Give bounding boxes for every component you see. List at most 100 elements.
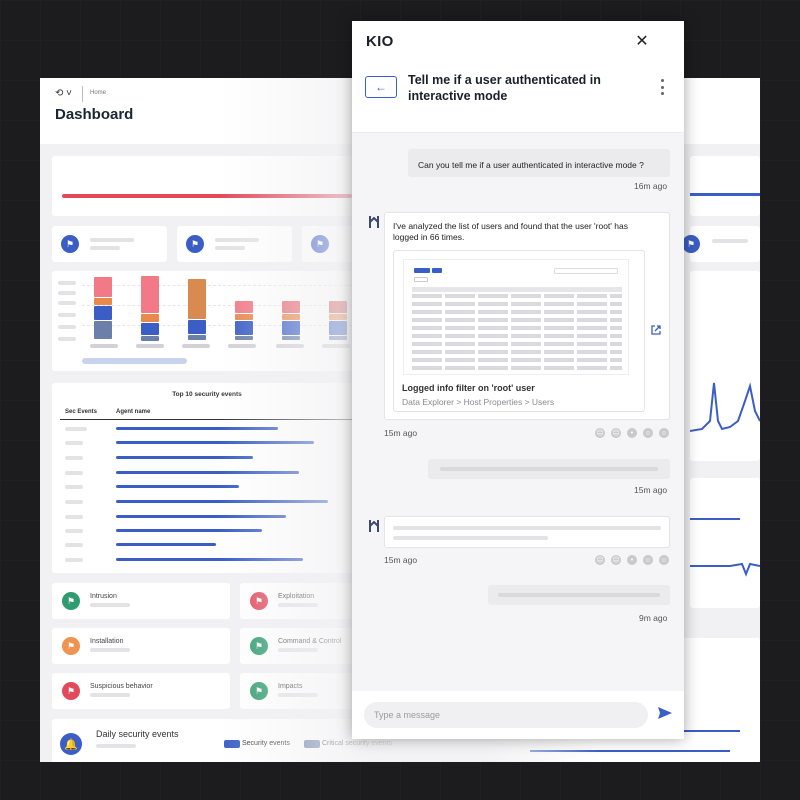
progress-bar [62,194,352,198]
result-preview-card[interactable]: Logged info filter on 'root' user Data E… [393,250,645,412]
agent-bar[interactable] [116,441,314,444]
line-chart [690,562,760,577]
bar-chart-card [52,271,362,371]
category-name: Command & Control [278,638,342,645]
very-happy-face-icon[interactable]: ☺ [659,428,669,438]
arrow-left-icon: ← [375,80,387,94]
agent-bar[interactable] [116,515,286,518]
agent-bar[interactable] [116,485,239,488]
external-link-icon[interactable] [650,324,664,338]
bar-segment[interactable] [94,306,112,320]
bar-segment[interactable] [188,279,206,319]
right-chart-card [690,478,760,608]
message-input[interactable] [364,702,648,728]
bar-segment[interactable] [329,321,347,335]
unhappy-face-icon[interactable]: ☹ [611,428,621,438]
bar-segment[interactable] [235,301,253,313]
very-unhappy-face-icon[interactable]: ☹ [595,555,605,565]
chat-panel: KIO ✕ ← Tell me if a user authenticated … [352,21,684,739]
message-time: 15m ago [384,428,418,438]
bar-segment[interactable] [141,323,159,335]
bot-message [384,516,670,548]
very-happy-face-icon[interactable]: ☺ [659,555,669,565]
flag-icon: ⚑ [250,592,268,610]
bar-segment[interactable] [329,314,347,320]
agent-bar[interactable] [116,543,216,546]
bar-segment[interactable] [329,301,347,313]
category-name: Exploitation [278,593,315,600]
bar-segment[interactable] [235,314,253,320]
agent-bar[interactable] [116,500,328,503]
category-card-suspicious-behavior[interactable]: ⚑ Suspicious behavior [52,673,230,709]
legend-swatch [304,740,320,748]
bar-segment[interactable] [94,277,112,297]
close-icon[interactable]: ✕ [632,31,652,51]
category-name: Installation [90,638,124,645]
agent-bar[interactable] [116,456,253,459]
message-time: 16m ago [634,181,668,191]
user-message [488,585,670,605]
agent-bar[interactable] [116,558,303,561]
chart-scrollbar[interactable] [82,358,187,364]
flag-icon: ⚑ [250,637,268,655]
bot-message: I've analyzed the list of users and foun… [384,212,670,420]
category-card-exploitation[interactable]: ⚑ Exploitation [240,583,360,619]
stat-card[interactable]: ⚑ [52,226,167,262]
send-icon[interactable] [657,706,675,724]
category-card-impacts[interactable]: ⚑ Impacts [240,673,360,709]
bar-segment[interactable] [282,321,300,335]
top-events-title: Top 10 security events [172,391,242,398]
flag-icon: ⚑ [61,235,79,253]
progress-card [52,156,352,216]
category-card-installation[interactable]: ⚑ Installation [52,628,230,664]
col-sec-events: Sec Events [65,409,98,415]
user-message [428,459,670,479]
neutral-face-icon[interactable]: • [627,428,637,438]
bar-segment[interactable] [141,336,159,341]
bell-icon: 🔔 [60,733,82,755]
category-card-command-control[interactable]: ⚑ Command & Control [240,628,360,664]
history-icon[interactable]: ⟲ ˅ [55,88,72,99]
app-title: KIO [366,33,394,50]
bar-segment[interactable] [141,276,159,313]
stat-card[interactable]: ⚑ [177,226,292,262]
message-time: 9m ago [639,613,668,623]
bar-segment[interactable] [282,314,300,320]
neutral-face-icon[interactable]: • [627,555,637,565]
agent-bar[interactable] [116,427,278,430]
category-name: Suspicious behavior [90,683,153,690]
breadcrumb[interactable]: Home [90,90,106,96]
bar-segment[interactable] [141,314,159,322]
bar-segment[interactable] [329,336,347,340]
bar-segment[interactable] [235,336,253,340]
agent-bar[interactable] [116,529,262,532]
very-unhappy-face-icon[interactable]: ☹ [595,428,605,438]
chat-header: KIO ✕ ← Tell me if a user authenticated … [352,21,684,133]
user-message-text: Can you tell me if a user authenticated … [418,160,644,170]
bar-segment[interactable] [188,335,206,340]
divider [82,86,83,102]
happy-face-icon[interactable]: ☺ [643,428,653,438]
bar-segment[interactable] [282,301,300,313]
message-time: 15m ago [384,555,418,565]
bar-segment[interactable] [94,321,112,339]
happy-face-icon[interactable]: ☺ [643,555,653,565]
preview-path: Data Explorer > Host Properties > Users [402,397,555,407]
bot-message-text: I've analyzed the list of users and foun… [393,221,628,242]
category-card-intrusion[interactable]: ⚑ Intrusion [52,583,230,619]
legend-security-events: Security events [242,740,290,747]
category-name: Impacts [278,683,303,690]
message-time: 15m ago [634,485,668,495]
legend-critical-events: Critical security events [322,740,393,747]
unhappy-face-icon[interactable]: ☹ [611,555,621,565]
line-chart [690,382,760,432]
bar-segment[interactable] [282,336,300,340]
bar-segment[interactable] [188,320,206,334]
bar-segment[interactable] [235,321,253,335]
more-options-icon[interactable] [658,79,666,95]
bot-avatar-icon [368,215,380,229]
back-button[interactable]: ← [365,76,397,98]
bar-segment[interactable] [94,298,112,305]
page-title: Dashboard [55,106,134,123]
agent-bar[interactable] [116,471,299,474]
